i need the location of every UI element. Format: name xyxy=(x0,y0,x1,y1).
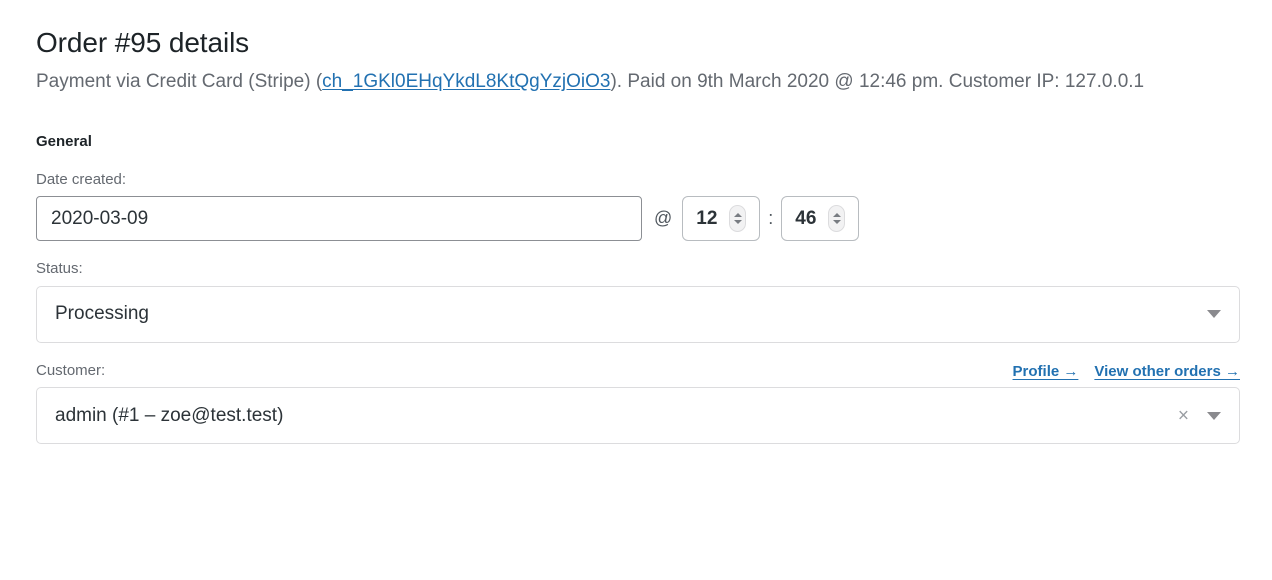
customer-selected-value: admin (#1 – zoe@test.test) xyxy=(55,404,284,426)
customer-label: Customer: xyxy=(36,361,106,379)
customer-links: Profile → View other orders → xyxy=(1013,363,1240,380)
customer-select[interactable]: admin (#1 – zoe@test.test) × xyxy=(36,387,1240,445)
minute-stepper[interactable] xyxy=(781,196,860,242)
date-created-label: Date created: xyxy=(36,170,127,188)
page-title: Order #95 details xyxy=(36,27,250,58)
paid-on-text: ). Paid on 9th March 2020 @ 12:46 pm. Cu… xyxy=(610,70,1145,92)
chevron-down-icon[interactable] xyxy=(733,220,742,225)
stripe-charge-link[interactable]: ch_1GKl0EHqYkdL8KtQgYzjOiO3 xyxy=(322,71,610,92)
hour-spinner-icon[interactable] xyxy=(729,205,747,233)
hour-stepper[interactable] xyxy=(682,196,761,242)
order-payment-summary: Payment via Credit Card (Stripe) (ch_1GK… xyxy=(36,66,1226,98)
hour-input[interactable] xyxy=(696,207,723,230)
view-other-orders-link[interactable]: View other orders → xyxy=(1094,363,1240,380)
chevron-up-icon[interactable] xyxy=(832,213,841,218)
chevron-up-icon[interactable] xyxy=(733,213,742,218)
status-label: Status: xyxy=(36,260,83,278)
general-section-heading: General xyxy=(36,132,92,150)
close-icon[interactable]: × xyxy=(1178,406,1189,425)
minute-input[interactable] xyxy=(795,207,822,230)
time-separator: : xyxy=(768,208,774,229)
status-select[interactable]: Processing xyxy=(36,285,1240,343)
minute-spinner-icon[interactable] xyxy=(828,205,846,233)
status-selected-value: Processing xyxy=(55,303,149,325)
customer-label-row: Customer: Profile → View other orders → xyxy=(36,361,1240,381)
payment-method-text: Payment via Credit Card (Stripe) ( xyxy=(36,70,323,92)
order-details-panel: Order #95 details Payment via Credit Car… xyxy=(0,0,1272,445)
at-separator: @ xyxy=(654,208,673,229)
date-created-input[interactable] xyxy=(36,196,642,242)
chevron-down-icon[interactable] xyxy=(832,220,841,225)
date-created-row: @ : xyxy=(36,196,1240,242)
customer-profile-link[interactable]: Profile → xyxy=(1013,363,1079,380)
chevron-down-icon[interactable] xyxy=(1207,411,1221,420)
chevron-down-icon[interactable] xyxy=(1207,310,1221,319)
